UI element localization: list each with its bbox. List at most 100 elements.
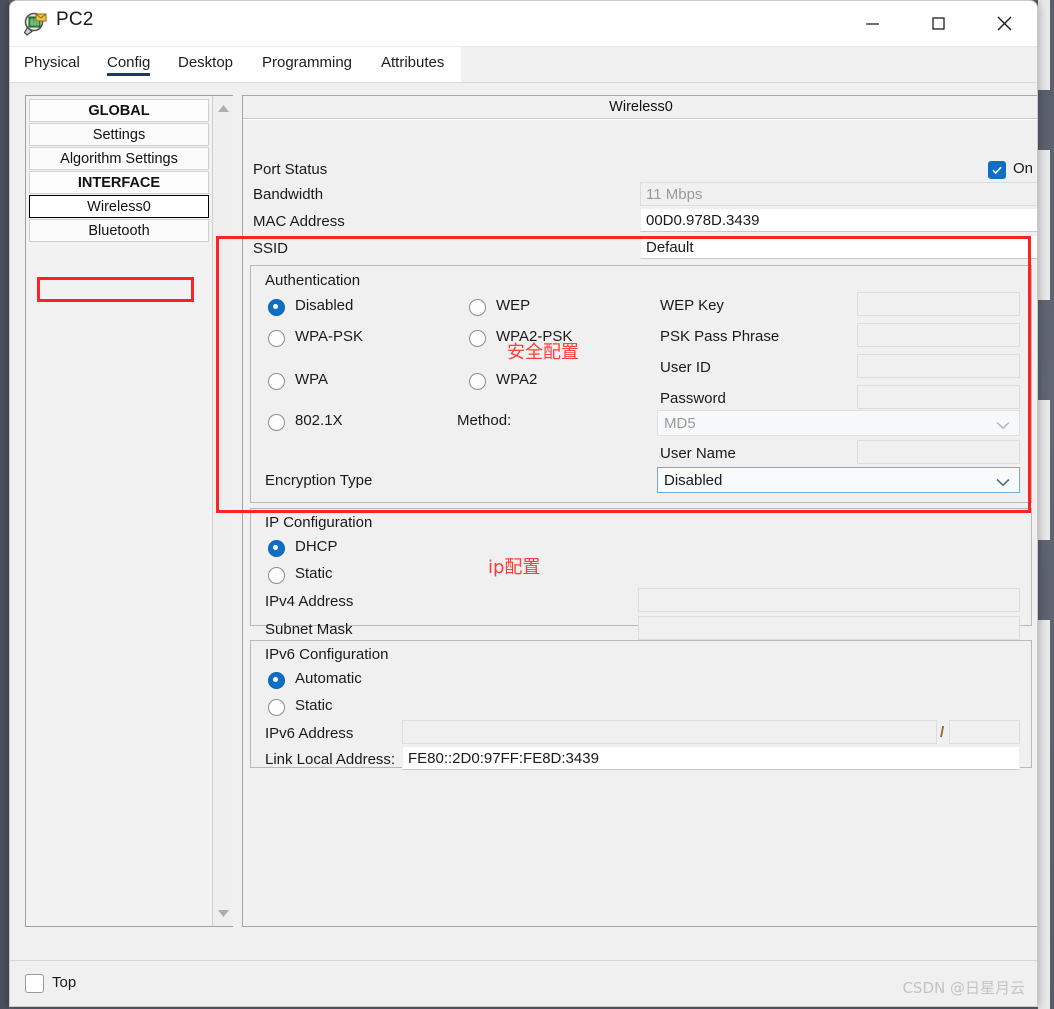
- bandwidth-label: Bandwidth: [253, 186, 324, 203]
- annotation-security-config: 安全配置: [507, 342, 579, 363]
- sidebar-item-wireless0[interactable]: Wireless0: [29, 195, 209, 218]
- desktop-right-strip: [1036, 0, 1054, 1009]
- subnet-mask-label: Subnet Mask: [265, 621, 353, 638]
- ipv4-address-label: IPv4 Address: [265, 593, 354, 610]
- check-icon: [992, 166, 1002, 175]
- radio-ip-static-label: Static: [295, 565, 333, 582]
- watermark: CSDN @日星月云: [902, 979, 1025, 997]
- method-combo[interactable]: MD5: [657, 410, 1020, 436]
- bandwidth-field: 11 Mbps: [640, 182, 1037, 206]
- ip-configuration-title: IP Configuration: [265, 514, 373, 531]
- annotation-ip-config: ip配置: [488, 557, 541, 578]
- port-status-value: On: [1013, 160, 1034, 177]
- minimize-button[interactable]: [839, 1, 905, 46]
- radio-ipv6-static[interactable]: [268, 699, 285, 716]
- ipv6-prefix-separator: /: [940, 724, 945, 741]
- top-checkbox[interactable]: [25, 974, 44, 993]
- window-title-bar: PC2: [10, 1, 1037, 47]
- psk-pass-phrase-field[interactable]: [857, 323, 1020, 347]
- radio-ip-dhcp-label: DHCP: [295, 538, 338, 555]
- method-label: Method:: [457, 412, 512, 429]
- sidebar-item-global[interactable]: GLOBAL: [29, 99, 209, 122]
- tab-config[interactable]: Config: [107, 47, 151, 82]
- config-tree-list: GLOBAL Settings Algorithm Settings INTER…: [26, 96, 212, 926]
- wep-key-field[interactable]: [857, 292, 1020, 316]
- radio-ip-static[interactable]: [268, 567, 285, 584]
- interface-pane: Wireless0 Port Status On Bandwidth 11 Mb…: [242, 95, 1037, 927]
- radio-auth-wpa2[interactable]: [469, 373, 486, 390]
- ipv6-configuration-title: IPv6 Configuration: [265, 646, 389, 663]
- sidebar-item-bluetooth[interactable]: Bluetooth: [29, 219, 209, 242]
- radio-auth-wpa[interactable]: [268, 373, 285, 390]
- pane-title: Wireless0: [243, 96, 1037, 119]
- sidebar-item-algorithm-settings[interactable]: Algorithm Settings: [29, 147, 209, 170]
- desktop-left-strip: [0, 0, 9, 1009]
- auth-password-label: Password: [660, 390, 726, 407]
- pane-content: Port Status On Bandwidth 11 Mbps MAC Add…: [243, 120, 1037, 926]
- wep-key-label: WEP Key: [660, 297, 724, 314]
- link-local-address-label: Link Local Address:: [265, 751, 396, 768]
- encryption-type-value: Disabled: [664, 471, 723, 489]
- ssid-label: SSID: [253, 240, 289, 257]
- tab-programming[interactable]: Programming: [262, 47, 352, 82]
- radio-auth-wpa2-psk[interactable]: [469, 330, 486, 347]
- sidebar-item-settings[interactable]: Settings: [29, 123, 209, 146]
- radio-ipv6-automatic[interactable]: [268, 672, 285, 689]
- port-status-label: Port Status: [253, 161, 328, 178]
- maximize-button[interactable]: [905, 1, 971, 46]
- port-status-checkbox[interactable]: [988, 161, 1006, 179]
- tab-strip-filler: [461, 47, 1037, 82]
- tab-desktop[interactable]: Desktop: [178, 47, 233, 82]
- chevron-down-icon: [996, 417, 1010, 434]
- ipv6-address-label: IPv6 Address: [265, 725, 354, 742]
- ipv4-address-field[interactable]: [638, 588, 1020, 612]
- radio-auth-disabled[interactable]: [268, 299, 285, 316]
- user-id-field[interactable]: [857, 354, 1020, 378]
- ipv6-address-field[interactable]: [402, 720, 937, 744]
- link-local-address-field[interactable]: FE80::2D0:97FF:FE8D:3439: [402, 746, 1020, 770]
- ssid-field[interactable]: Default: [640, 235, 1037, 259]
- maximize-icon: [931, 17, 945, 30]
- psk-pass-phrase-label: PSK Pass Phrase: [660, 328, 780, 345]
- radio-ipv6-static-label: Static: [295, 697, 333, 714]
- radio-auth-wep[interactable]: [469, 299, 486, 316]
- radio-auth-disabled-label: Disabled: [295, 297, 354, 314]
- close-button[interactable]: [971, 1, 1037, 46]
- user-name-label: User Name: [660, 445, 736, 462]
- tab-attributes[interactable]: Attributes: [381, 47, 444, 82]
- triangle-down-icon: [218, 910, 229, 917]
- radio-ip-dhcp[interactable]: [268, 540, 285, 557]
- top-label: Top: [52, 974, 77, 991]
- scroll-down-button[interactable]: [213, 903, 234, 924]
- mac-address-label: MAC Address: [253, 213, 345, 230]
- user-name-field[interactable]: [857, 440, 1020, 464]
- packet-tracer-pc-icon: [23, 11, 49, 37]
- chevron-down-icon: [996, 474, 1010, 491]
- radio-ipv6-automatic-label: Automatic: [295, 670, 362, 687]
- scroll-up-button[interactable]: [213, 98, 234, 119]
- radio-auth-8021x-label: 802.1X: [295, 412, 343, 429]
- authentication-title: Authentication: [265, 272, 361, 289]
- pc-config-window: PC2 Physical Config Desktop Programming …: [9, 0, 1038, 1007]
- ip-configuration-group: IP Configuration DHCP Static IPv4 Addres…: [250, 508, 1032, 640]
- radio-auth-wpa-label: WPA: [295, 371, 329, 388]
- radio-auth-8021x[interactable]: [268, 414, 285, 431]
- config-tree-empty-area: [29, 257, 209, 923]
- radio-auth-wep-label: WEP: [496, 297, 531, 314]
- sidebar-item-interface[interactable]: INTERFACE: [29, 171, 209, 194]
- minimize-icon: [865, 23, 879, 25]
- encryption-type-label: Encryption Type: [265, 472, 373, 489]
- mac-address-field[interactable]: 00D0.978D.3439: [640, 208, 1037, 232]
- config-tree: GLOBAL Settings Algorithm Settings INTER…: [25, 95, 233, 927]
- window-title: PC2: [56, 9, 94, 30]
- subnet-mask-field[interactable]: [638, 616, 1020, 640]
- user-id-label: User ID: [660, 359, 711, 376]
- config-body: GLOBAL Settings Algorithm Settings INTER…: [10, 82, 1037, 1006]
- auth-password-field[interactable]: [857, 385, 1020, 409]
- config-tree-scrollbar[interactable]: [212, 96, 233, 926]
- method-combo-value: MD5: [664, 414, 696, 432]
- tab-physical[interactable]: Physical: [24, 47, 80, 82]
- ipv6-prefix-field[interactable]: [949, 720, 1020, 744]
- radio-auth-wpa-psk[interactable]: [268, 330, 285, 347]
- encryption-type-combo[interactable]: Disabled: [657, 467, 1020, 493]
